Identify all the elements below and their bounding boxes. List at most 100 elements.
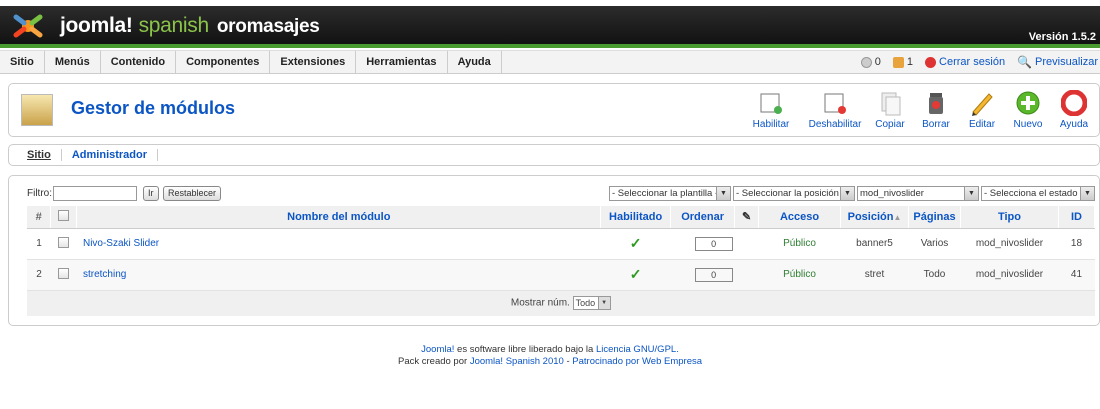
col-name[interactable]: Nombre del módulo <box>76 206 602 229</box>
row-pages: Todo <box>908 259 961 291</box>
row-checkbox[interactable] <box>58 236 70 248</box>
order-input[interactable]: 0 <box>694 267 733 282</box>
position-select-value: - Seleccionar la posición - <box>736 188 845 199</box>
status-area: 0 1 Cerrar sesión 🔍 Previsualizar <box>860 51 1098 73</box>
row-enabled[interactable]: ✓ <box>600 259 671 291</box>
checkmark-icon[interactable]: ✓ <box>630 266 642 282</box>
pagination-footer: Mostrar núm. Todo ▼ <box>27 290 1095 316</box>
help-button[interactable]: Ayuda <box>1051 90 1097 130</box>
col-type[interactable]: Tipo <box>960 206 1059 229</box>
edit-button[interactable]: Editar <box>959 90 1005 130</box>
row-order: 0 <box>670 259 759 291</box>
row-type: mod_nivoslider <box>960 259 1059 291</box>
delete-button[interactable]: Borrar <box>913 90 959 130</box>
chevron-down-icon: ▼ <box>840 187 854 200</box>
joomla-link[interactable]: Joomla! <box>421 344 454 355</box>
row-name: Nivo-Szaki Slider <box>76 228 601 260</box>
col-order[interactable]: Ordenar <box>670 206 736 229</box>
preview-link[interactable]: 🔍 Previsualizar <box>1017 55 1098 69</box>
page-title: Gestor de módulos <box>71 98 236 118</box>
template-select-value: - Seleccionar la plantilla - <box>612 188 719 199</box>
new-button[interactable]: Nuevo <box>1005 90 1051 130</box>
menu-extensiones[interactable]: Extensiones <box>270 51 357 73</box>
col-access[interactable]: Acceso <box>758 206 842 229</box>
type-select-value: mod_nivoslider <box>860 188 924 199</box>
footer-line-2: Pack creado por Joomla! Spanish 2010 - P… <box>0 356 1100 368</box>
chevron-down-icon: ▼ <box>1080 187 1094 200</box>
messages-status[interactable]: 0 <box>860 56 881 68</box>
menu-componentes[interactable]: Componentes <box>176 51 271 73</box>
template-select[interactable]: - Seleccionar la plantilla - ▼ <box>609 186 731 201</box>
row-num: 1 <box>27 228 51 260</box>
disable-label: Deshabilitar <box>808 119 862 130</box>
row-checkbox[interactable] <box>58 267 70 279</box>
reset-button[interactable]: Restablecer <box>163 186 222 201</box>
col-enabled[interactable]: Habilitado <box>600 206 672 229</box>
menu-menus[interactable]: Menús <box>45 51 101 73</box>
menu-herramientas[interactable]: Herramientas <box>356 51 448 73</box>
module-link[interactable]: stretching <box>83 269 126 280</box>
type-select[interactable]: mod_nivoslider ▼ <box>857 186 979 201</box>
chevron-down-icon: ▼ <box>597 297 610 310</box>
col-position[interactable]: Posición▲ <box>840 206 909 229</box>
header-divider <box>0 44 1100 48</box>
module-link[interactable]: Nivo-Szaki Slider <box>83 238 159 249</box>
pencil-icon <box>972 93 993 116</box>
submenu: Sitio Administrador <box>8 144 1100 166</box>
menu-sitio[interactable]: Sitio <box>0 51 45 73</box>
save-order-icon[interactable]: ✎ <box>742 211 751 223</box>
edit-label: Editar <box>968 119 996 130</box>
row-select[interactable] <box>50 228 77 260</box>
toolbar-box: Gestor de módulos Habilitar Deshabilitar… <box>8 83 1100 137</box>
row-access[interactable]: Público <box>758 228 841 260</box>
web-empresa-link[interactable]: Patrocinado por Web Empresa <box>572 356 702 367</box>
brand: joomla! spanish oromasajes <box>60 14 320 38</box>
delete-label: Borrar <box>922 119 950 130</box>
disable-icon <box>824 93 846 114</box>
chevron-down-icon: ▼ <box>964 187 978 200</box>
order-input[interactable]: 0 <box>694 236 733 251</box>
header-bar: joomla! spanish oromasajes Versión 1.5.2 <box>0 6 1100 48</box>
row-select[interactable] <box>50 259 77 291</box>
tab-sitio[interactable]: Sitio <box>27 149 62 161</box>
row-order: 0 <box>670 228 759 260</box>
disable-button[interactable]: Deshabilitar <box>803 90 867 130</box>
display-num-select[interactable]: Todo ▼ <box>572 296 611 311</box>
joomla-spanish-link[interactable]: Joomla! Spanish 2010 <box>470 356 564 367</box>
trash-icon <box>929 93 943 114</box>
logout-label: Cerrar sesión <box>939 56 1006 68</box>
table-row: 1 Nivo-Szaki Slider ✓ 0 Público banner5 … <box>27 228 1095 260</box>
row-id: 18 <box>1058 228 1095 260</box>
go-button[interactable]: Ir <box>143 186 159 201</box>
help-label: Ayuda <box>1059 119 1089 130</box>
row-enabled[interactable]: ✓ <box>600 228 671 260</box>
copy-button[interactable]: Copiar <box>867 90 913 130</box>
enable-icon <box>760 93 782 114</box>
col-save-order[interactable]: ✎ <box>734 206 760 229</box>
menu-ayuda[interactable]: Ayuda <box>448 51 502 73</box>
logout-link[interactable]: Cerrar sesión <box>925 56 1005 68</box>
footer-text: es software libre liberado bajo la <box>454 344 596 355</box>
position-select[interactable]: - Seleccionar la posición - ▼ <box>733 186 855 201</box>
col-id[interactable]: ID <box>1058 206 1096 229</box>
table-header-row: # Nombre del módulo Habilitado Ordenar ✎… <box>27 206 1096 229</box>
license-link[interactable]: Licencia GNU/GPL. <box>596 344 679 355</box>
menu-contenido[interactable]: Contenido <box>101 51 177 73</box>
main-menu: Sitio Menús Contenido Componentes Extens… <box>0 50 1100 74</box>
state-select[interactable]: - Selecciona el estado - ▼ <box>981 186 1095 201</box>
state-select-value: - Selecciona el estado - <box>984 188 1084 199</box>
filter-label: Filtro: <box>27 188 52 199</box>
checkmark-icon[interactable]: ✓ <box>630 235 642 251</box>
col-pages[interactable]: Páginas <box>908 206 961 229</box>
tab-administrador[interactable]: Administrador <box>62 149 159 161</box>
col-select-all[interactable] <box>50 206 78 229</box>
select-all-checkbox[interactable] <box>58 209 70 221</box>
joomla-logo-icon <box>13 14 43 38</box>
users-status[interactable]: 1 <box>892 56 913 68</box>
row-access[interactable]: Público <box>758 259 841 291</box>
table-footer-row: Mostrar núm. Todo ▼ <box>27 290 1095 316</box>
sort-asc-icon: ▲ <box>893 212 902 222</box>
enable-button[interactable]: Habilitar <box>739 90 803 130</box>
footer-separator: - <box>563 356 573 367</box>
filter-input[interactable] <box>53 186 137 201</box>
